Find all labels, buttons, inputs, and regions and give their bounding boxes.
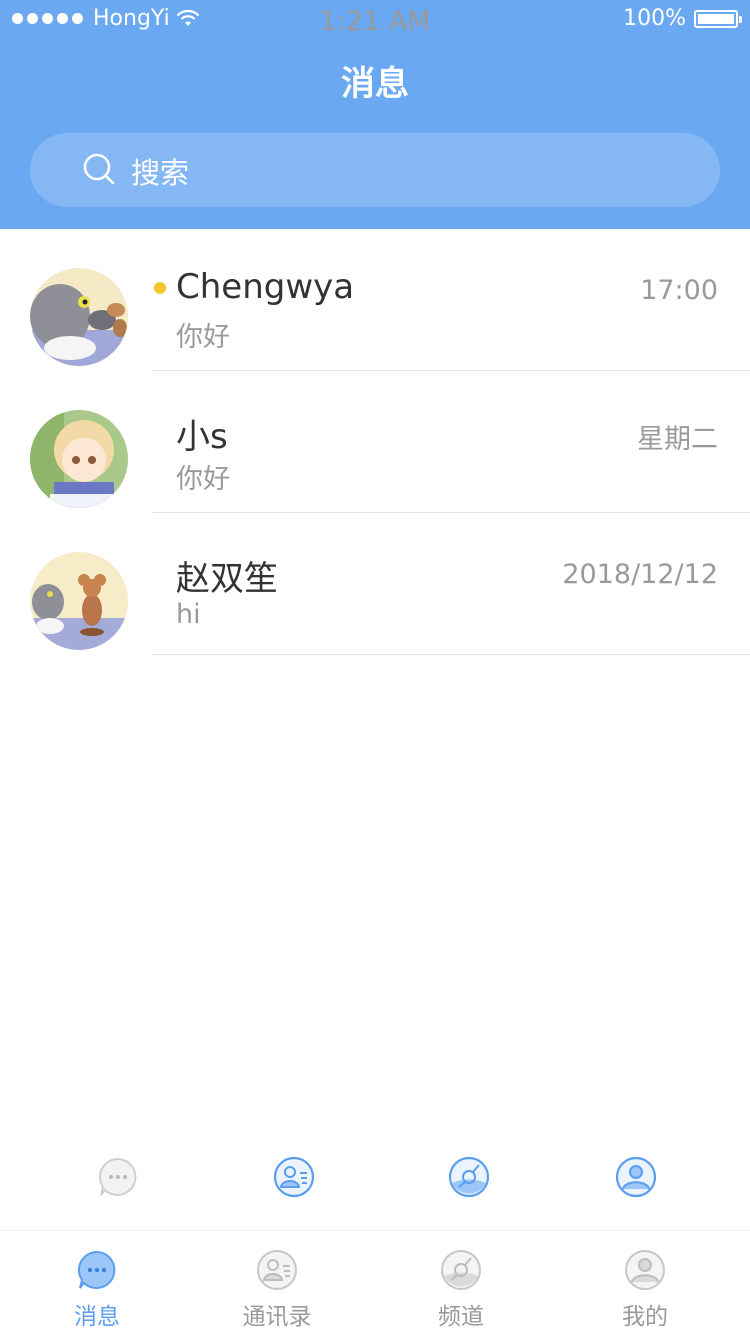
chat-bubble-icon [98,1157,137,1196]
page-title: 消息 [341,64,409,104]
search-input[interactable]: 搜索 [131,150,189,192]
channel-icon [448,1156,490,1198]
conversation-list: Chengwya 你好 17:00 小s 你好 星期二 赵双笙 hi 2018/… [0,229,750,655]
tab-label: 消息 [74,1304,120,1330]
contacts-icon [257,1250,297,1290]
tab-label: 我的 [622,1304,668,1330]
tom-cat-avatar[interactable] [30,268,128,366]
message-preview: 你好 [176,464,230,495]
conversation-row[interactable]: Chengwya 你好 17:00 [0,229,750,371]
conversation-row[interactable]: 赵双笙 hi 2018/12/12 [0,513,750,655]
contact-name: 赵双笙 [176,559,278,599]
conversation-row[interactable]: 小s 你好 星期二 [0,371,750,513]
tab-channels[interactable]: 频道 [391,1231,531,1335]
message-time: 2018/12/12 [562,559,718,590]
tom-jerry-avatar[interactable] [30,552,128,650]
search-icon[interactable] [82,152,116,186]
tab-label: 通讯录 [242,1304,312,1330]
contact-name: Chengwya [176,267,355,307]
header-bar: HongYi 1:21 AM 100% 消息 [0,0,750,229]
status-right: 100% [623,6,742,31]
tab-profile[interactable]: 我的 [575,1231,715,1335]
unread-dot [154,282,166,294]
contact-name: 小s [176,417,228,457]
channel-icon [441,1250,481,1290]
tab-contacts[interactable]: 通讯录 [207,1231,347,1335]
message-preview: hi [176,599,201,630]
row-divider [152,654,750,655]
tab-label: 频道 [438,1304,484,1330]
profile-icon [615,1156,657,1198]
contacts-icon [273,1156,315,1198]
anime-boy-avatar[interactable] [30,410,128,508]
status-bar: HongYi 1:21 AM 100% [0,0,750,40]
chat-bubble-icon [77,1250,116,1289]
message-preview: 你好 [176,322,230,353]
battery-icon [694,9,742,28]
tab-bar: 消息 通讯录 频道 我的 [0,1230,750,1335]
message-time: 17:00 [640,275,718,306]
icon-preview-row [0,1156,750,1200]
battery-percent: 100% [623,6,686,31]
tab-messages[interactable]: 消息 [27,1231,167,1335]
profile-icon [625,1250,665,1290]
message-time: 星期二 [637,424,718,455]
